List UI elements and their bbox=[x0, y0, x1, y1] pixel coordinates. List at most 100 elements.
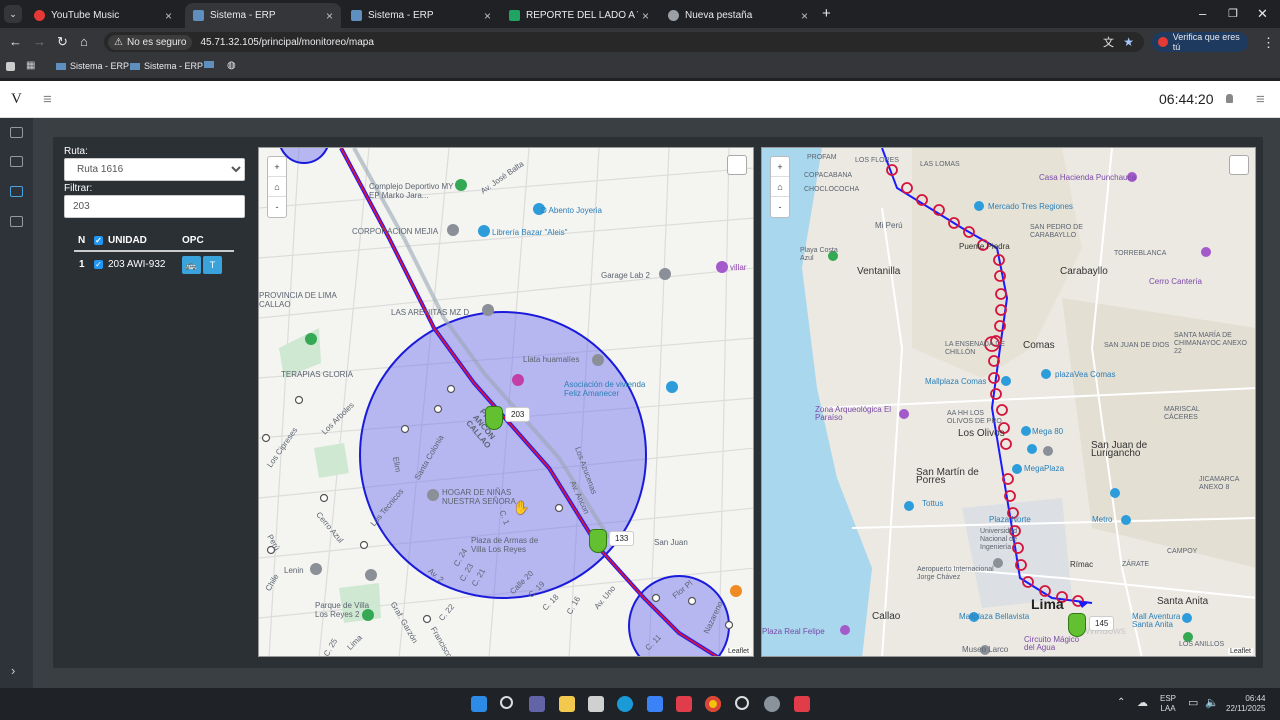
filter-input[interactable] bbox=[64, 195, 245, 218]
settings-app-icon[interactable] bbox=[735, 696, 749, 710]
bookmark-globe-icon[interactable]: ◍ bbox=[227, 60, 236, 71]
mouse-cursor: ✋ bbox=[513, 500, 530, 515]
network-icon[interactable]: ▭ bbox=[1188, 696, 1198, 709]
col-n: N bbox=[74, 231, 94, 252]
bookmarks-bar: ▦ Sistema - ERP Sistema - ERP ◍ bbox=[0, 56, 1280, 78]
ruta-select[interactable]: Ruta 1616 bbox=[64, 158, 245, 181]
gear-icon[interactable] bbox=[764, 696, 780, 712]
search-icon[interactable] bbox=[500, 696, 513, 709]
zoom-home-button[interactable]: ⌂ bbox=[771, 177, 789, 197]
layer-toggle-checkbox[interactable] bbox=[1229, 155, 1249, 175]
app-red-icon[interactable] bbox=[676, 696, 692, 712]
row-checkbox[interactable]: ✓ bbox=[94, 260, 103, 269]
module-briefcase-icon[interactable] bbox=[10, 156, 23, 167]
chrome-icon[interactable] bbox=[705, 696, 721, 712]
units-table: N ✓ UNIDAD OPC 1 ✓ 203 AWI-932 🚌 T bbox=[74, 231, 234, 277]
leaflet-attribution[interactable]: Leaflet bbox=[1227, 648, 1253, 655]
select-all-checkbox[interactable]: ✓ bbox=[94, 236, 103, 245]
zoom-control: + ⌂ - bbox=[267, 156, 287, 218]
layer-toggle-checkbox[interactable] bbox=[727, 155, 747, 175]
teams-icon[interactable] bbox=[529, 696, 545, 712]
erp-icon bbox=[56, 62, 66, 70]
tab-sistema-erp[interactable]: Sistema - ERP × bbox=[343, 3, 499, 28]
forward-icon[interactable]: → bbox=[33, 34, 46, 49]
erp-icon bbox=[204, 61, 214, 68]
profile-icon bbox=[1158, 37, 1168, 47]
map-left[interactable]: Av. José Balta Complejo Deportivo MY EP … bbox=[258, 147, 754, 657]
apps-grid-icon[interactable]: ▦ bbox=[26, 60, 35, 71]
browser-tab-bar: ⌄ YouTube Music × Sistema - ERP × Sistema … bbox=[0, 0, 1280, 28]
vehicle-marker[interactable] bbox=[589, 529, 607, 553]
edge-icon[interactable] bbox=[617, 696, 633, 712]
close-window-icon[interactable]: ✕ bbox=[1257, 6, 1268, 22]
copilot-icon[interactable] bbox=[647, 696, 663, 712]
tab-youtube-music[interactable]: YouTube Music × bbox=[26, 3, 180, 28]
zoom-in-button[interactable]: + bbox=[771, 157, 789, 177]
translate-icon[interactable]: 文 bbox=[1103, 34, 1114, 50]
home-icon[interactable]: ⌂ bbox=[80, 34, 88, 49]
bookmark-star-icon[interactable]: ★ bbox=[1123, 35, 1134, 49]
module-briefcase-icon[interactable] bbox=[10, 216, 23, 227]
sheets-icon bbox=[509, 10, 520, 21]
row-unidad: 203 AWI-932 bbox=[108, 259, 166, 270]
close-tab-icon[interactable]: × bbox=[642, 9, 649, 23]
bookmark-erp-icon[interactable] bbox=[204, 61, 214, 68]
map-labels: PROFAM LOS FLORES LAS LOMAS COPACABANA C… bbox=[762, 154, 1247, 654]
restore-icon[interactable]: ❐ bbox=[1228, 7, 1238, 20]
tab-reporte[interactable]: REPORTE DEL LADO A VIPUSA× bbox=[501, 3, 657, 28]
close-tab-icon[interactable]: × bbox=[484, 9, 491, 23]
address-bar[interactable]: ⚠ No es seguro 45.71.32.105/principal/mon… bbox=[104, 32, 1144, 52]
table-header-row: N ✓ UNIDAD OPC bbox=[74, 231, 234, 252]
leaflet-attribution[interactable]: Leaflet bbox=[725, 648, 751, 655]
volume-icon[interactable]: 🔈 bbox=[1205, 696, 1219, 709]
close-tab-icon[interactable]: × bbox=[326, 9, 333, 23]
t-button[interactable]: T bbox=[203, 255, 222, 274]
file-explorer-icon[interactable] bbox=[559, 696, 575, 712]
tab-search-button[interactable]: ⌄ bbox=[4, 5, 22, 23]
back-icon[interactable]: ← bbox=[9, 34, 22, 49]
security-chip[interactable]: ⚠ No es seguro bbox=[108, 34, 193, 50]
vehicle-label: 133 bbox=[609, 531, 635, 546]
vehicle-marker[interactable] bbox=[1068, 613, 1086, 637]
module-briefcase-icon[interactable] bbox=[10, 127, 23, 138]
tray-chevron-icon[interactable]: ⌃ bbox=[1117, 697, 1125, 708]
close-tab-icon[interactable]: × bbox=[165, 9, 172, 23]
options-menu-icon[interactable]: ≡ bbox=[1256, 91, 1265, 108]
expand-sidebar-icon[interactable]: › bbox=[11, 663, 15, 678]
profile-button[interactable]: Verifica que eres tú bbox=[1152, 32, 1248, 52]
zoom-in-button[interactable]: + bbox=[268, 157, 286, 177]
app-red-icon[interactable] bbox=[794, 696, 810, 712]
app-icon[interactable] bbox=[6, 62, 15, 71]
reload-icon[interactable]: ↻ bbox=[57, 34, 68, 50]
app-sidebar: › bbox=[0, 118, 33, 688]
zoom-home-button[interactable]: ⌂ bbox=[268, 177, 286, 197]
zoom-out-button[interactable]: - bbox=[771, 197, 789, 217]
language-indicator[interactable]: ESP LAA bbox=[1160, 694, 1176, 714]
start-icon[interactable] bbox=[471, 696, 487, 712]
store-icon[interactable] bbox=[588, 696, 604, 712]
new-tab-button[interactable]: + bbox=[822, 5, 831, 22]
bus-button[interactable]: 🚌 bbox=[182, 255, 201, 274]
map-right[interactable]: PROFAM LOS FLORES LAS LOMAS COPACABANA C… bbox=[761, 147, 1256, 657]
bookmark-sistema-erp-2[interactable]: Sistema - ERP bbox=[130, 61, 203, 71]
clock: 06:44:20 bbox=[1159, 91, 1214, 107]
app-logo: V bbox=[11, 91, 22, 107]
map-labels: Av. José Balta Complejo Deportivo MY EP … bbox=[259, 159, 747, 657]
vehicle-marker[interactable] bbox=[485, 406, 503, 430]
system-clock[interactable]: 06:44 22/11/2025 bbox=[1226, 694, 1265, 714]
tab-nueva-pestana[interactable]: Nueva pestaña × bbox=[660, 3, 816, 28]
col-unidad: UNIDAD bbox=[108, 231, 182, 252]
filtrar-label: Filtrar: bbox=[64, 183, 93, 194]
zoom-out-button[interactable]: - bbox=[268, 197, 286, 217]
col-opc: OPC bbox=[182, 231, 234, 252]
onedrive-icon[interactable]: ☁ bbox=[1137, 696, 1148, 709]
minimize-icon[interactable]: – bbox=[1199, 6, 1206, 21]
hamburger-menu-icon[interactable]: ≡ bbox=[43, 91, 52, 108]
menu-kebab-icon[interactable]: ⋮ bbox=[1262, 35, 1275, 51]
bookmark-sistema-erp-1[interactable]: Sistema - ERP bbox=[56, 61, 129, 71]
module-briefcase-icon-active[interactable] bbox=[10, 186, 23, 197]
close-tab-icon[interactable]: × bbox=[801, 9, 808, 23]
warning-icon: ⚠ bbox=[114, 36, 123, 48]
tab-sistema-erp-active[interactable]: Sistema - ERP × bbox=[185, 3, 341, 28]
user-icon[interactable] bbox=[1226, 94, 1233, 103]
